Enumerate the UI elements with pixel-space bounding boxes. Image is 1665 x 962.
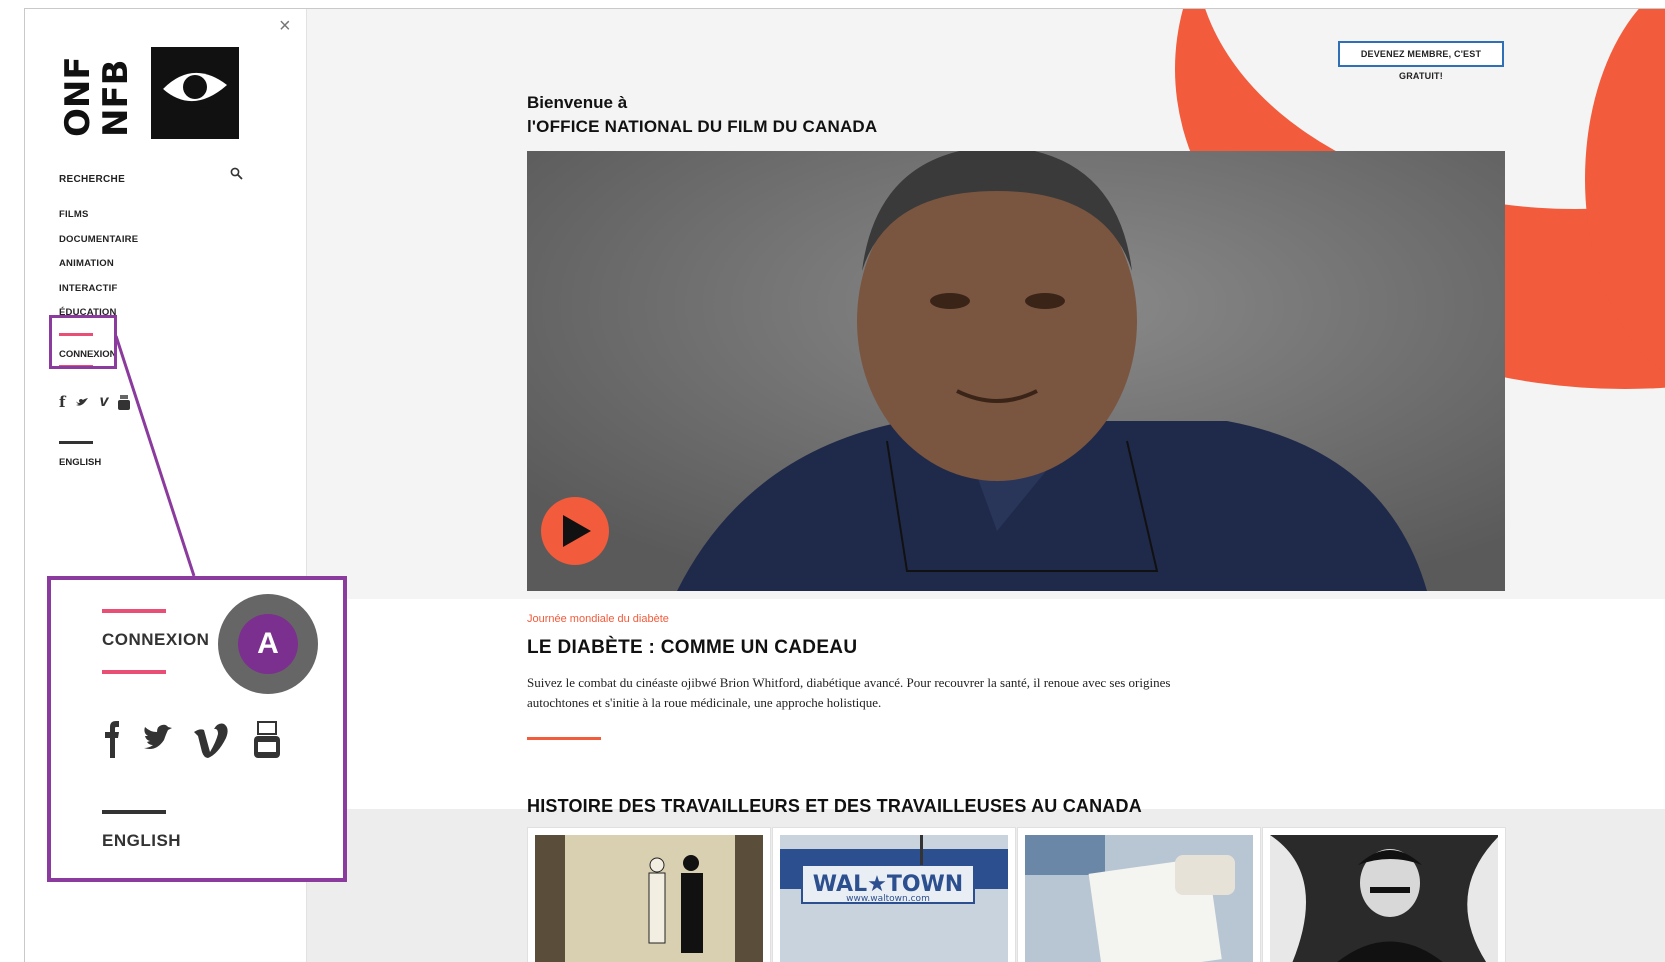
search-bar[interactable]: RECHERCHE <box>59 167 244 187</box>
feature-kicker[interactable]: Journée mondiale du diabète <box>527 613 669 625</box>
logo-text-nfb: NFB <box>96 59 136 137</box>
callout-social-icons <box>105 721 280 758</box>
language-toggle[interactable]: ENGLISH <box>59 457 101 468</box>
search-icon[interactable] <box>230 167 244 181</box>
thumbnail-image-silhouettes <box>535 835 763 962</box>
main-nav: FILMS DOCUMENTAIRE ANIMATION INTERACTIF … <box>59 209 138 332</box>
annotation-badge: A <box>218 594 318 694</box>
section-title: HISTOIRE DES TRAVAILLEURS ET DES TRAVAIL… <box>527 796 1142 816</box>
nav-item-animation[interactable]: ANIMATION <box>59 258 138 283</box>
play-icon <box>563 515 591 547</box>
callout-language-line <box>102 810 166 814</box>
become-member-button[interactable]: DEVENEZ MEMBRE, C'EST GRATUIT! <box>1338 41 1504 81</box>
twitter-icon[interactable] <box>75 396 89 408</box>
logo-text-onf: ONF <box>59 56 98 137</box>
facebook-icon[interactable] <box>105 721 119 758</box>
callout-language-label[interactable]: ENGLISH <box>102 831 181 851</box>
social-links: f v <box>59 393 131 411</box>
nav-item-interactif[interactable]: INTERACTIF <box>59 283 138 308</box>
thumbnail-card[interactable] <box>1017 827 1261 962</box>
close-icon[interactable]: × <box>279 15 291 38</box>
play-button[interactable] <box>541 497 609 565</box>
annotation-badge-letter: A <box>238 614 298 674</box>
thumbnail-image-waltown: WAL★TOWN www.waltown.com <box>780 835 1008 962</box>
nav-item-films[interactable]: FILMS <box>59 209 138 234</box>
callout-connexion-label[interactable]: CONNEXION <box>102 630 209 650</box>
feature-description: Suivez le combat du cinéaste ojibwé Brio… <box>527 675 1171 710</box>
welcome-line-2: l'OFFICE NATIONAL DU FILM DU CANADA <box>527 117 878 136</box>
language-line <box>59 441 93 444</box>
vimeo-icon[interactable] <box>194 723 228 758</box>
waltown-sign-url: www.waltown.com <box>846 894 930 904</box>
thumbnail-card[interactable]: WAL★TOWN www.waltown.com <box>772 827 1016 962</box>
thumbnail-card[interactable] <box>1262 827 1506 962</box>
thumbnail-row: WAL★TOWN www.waltown.com <box>527 827 1506 962</box>
facebook-icon[interactable]: f <box>59 393 65 411</box>
highlight-box-connexion <box>49 315 117 369</box>
youtube-icon[interactable] <box>118 394 131 410</box>
welcome-line-1: Bienvenue à <box>527 93 628 112</box>
hero-portrait-illustration <box>527 151 1505 591</box>
callout-connexion-bottom-line <box>102 670 166 674</box>
vimeo-icon[interactable]: v <box>99 393 108 411</box>
nav-item-documentaire[interactable]: DOCUMENTAIRE <box>59 234 138 259</box>
thumbnail-card[interactable] <box>527 827 771 962</box>
hero-image[interactable] <box>527 151 1505 591</box>
thumbnail-image-paper <box>1025 835 1253 962</box>
youtube-icon[interactable] <box>254 721 280 758</box>
onf-nfb-logo[interactable]: ONF NFB <box>59 45 241 141</box>
feature-accent-line <box>527 737 601 740</box>
feature-title[interactable]: LE DIABÈTE : COMME UN CADEAU <box>527 637 857 659</box>
twitter-icon[interactable] <box>144 724 172 749</box>
thumbnail-image-portrait <box>1270 835 1498 962</box>
callout-connexion-top-line <box>102 609 166 613</box>
search-label: RECHERCHE <box>59 174 126 185</box>
